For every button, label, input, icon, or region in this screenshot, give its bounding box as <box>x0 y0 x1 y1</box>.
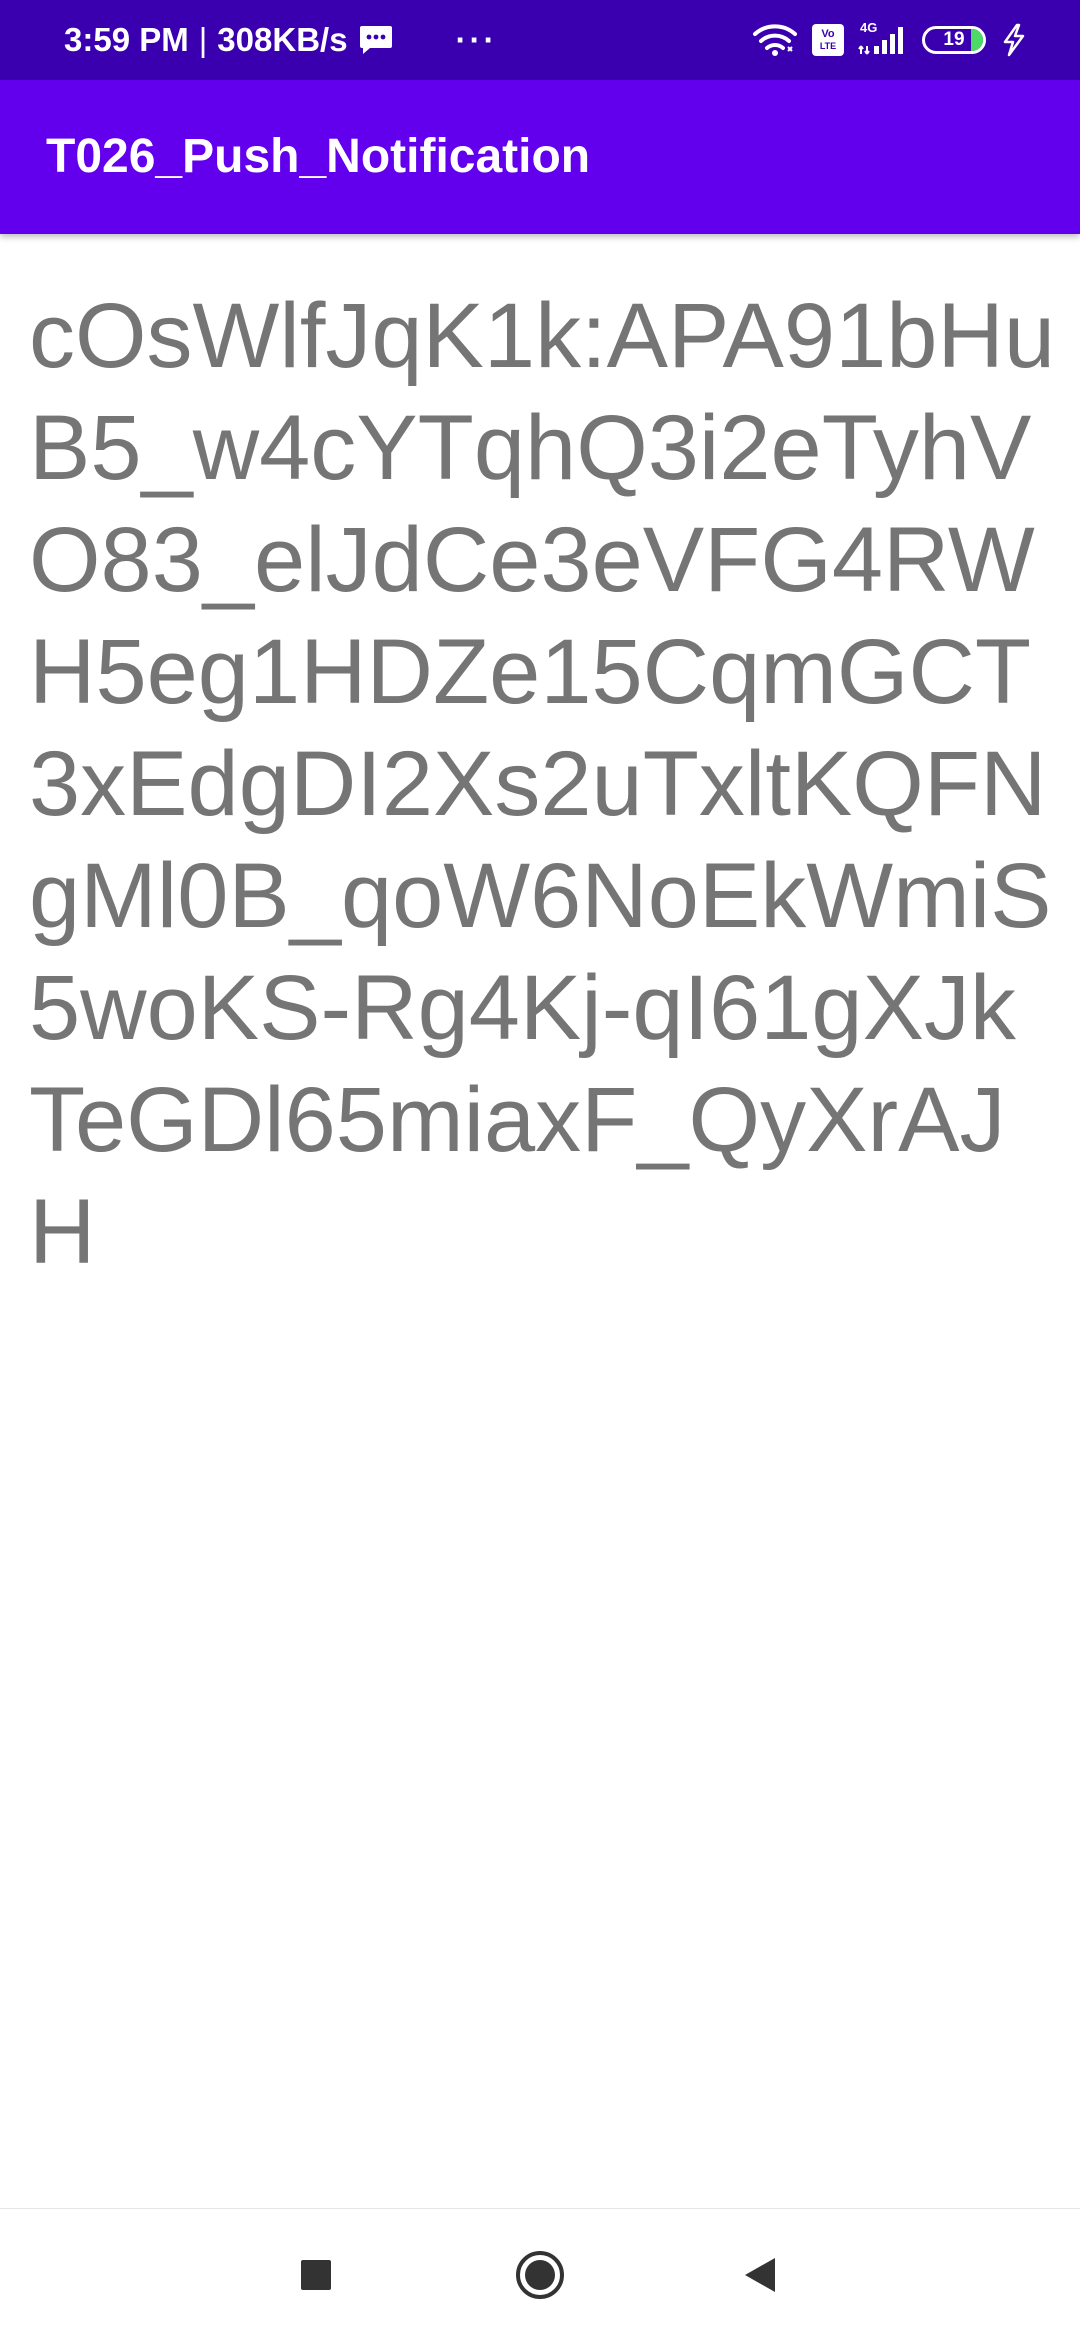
network-type: 4G <box>860 20 878 35</box>
app-bar: T026_Push_Notification <box>0 80 1080 234</box>
signal-icon: 4G <box>858 20 908 56</box>
app-title: T026_Push_Notification <box>46 130 591 183</box>
status-separator: | <box>198 21 208 58</box>
volte-bottom: LTE <box>819 41 837 51</box>
status-time: 3:59 PM <box>64 21 189 58</box>
wifi-icon <box>752 23 798 57</box>
status-bar: 3:59 PM | 308KB/s ··· Vo LTE 4G 19 <box>0 0 1080 80</box>
home-icon <box>516 2251 564 2299</box>
battery-percent: 19 <box>943 29 965 50</box>
navigation-bar <box>0 2208 1080 2340</box>
volte-icon: Vo LTE <box>812 24 844 56</box>
overflow-dots: ··· <box>455 21 498 58</box>
battery-level <box>971 29 983 51</box>
charging-icon <box>1000 23 1028 57</box>
recents-icon <box>301 2260 331 2290</box>
back-icon <box>745 2258 775 2292</box>
back-button[interactable] <box>694 2209 826 2340</box>
home-button[interactable] <box>474 2209 606 2340</box>
volte-top: Vo <box>821 28 835 40</box>
recents-button[interactable] <box>250 2209 382 2340</box>
screen: 3:59 PM | 308KB/s ··· Vo LTE 4G 19 T026_… <box>0 0 1080 2340</box>
fcm-token-text: cOsWlfJqK1k:APA91bHuB5_w4cYTqhQ3i2eTyhVO… <box>29 285 1056 1283</box>
status-left: 3:59 PM | 308KB/s ··· <box>64 0 498 80</box>
status-right: Vo LTE 4G 19 <box>752 0 1028 80</box>
message-icon <box>358 23 394 57</box>
battery-icon: 19 <box>922 26 986 54</box>
network-speed: 308KB/s <box>217 21 348 58</box>
